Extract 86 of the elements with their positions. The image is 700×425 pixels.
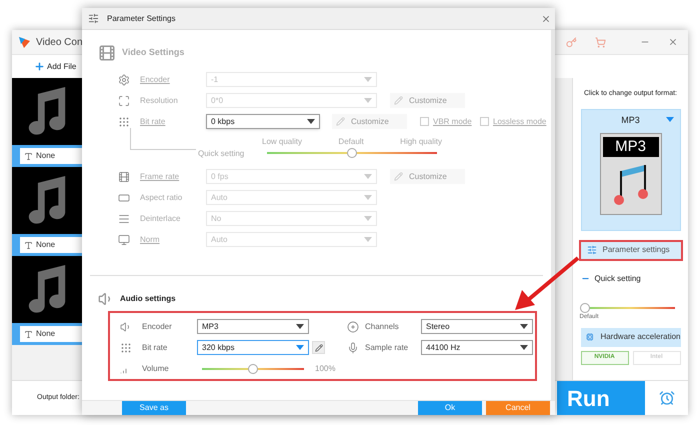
close-icon[interactable] — [541, 14, 551, 24]
setting-label: Volume — [142, 362, 170, 374]
monitor-icon — [118, 234, 130, 246]
microphone-icon — [347, 342, 359, 354]
plus-icon — [34, 61, 45, 72]
hardware-acceleration-toggle[interactable]: Hardware acceleration — [580, 328, 680, 346]
text-icon — [24, 330, 33, 338]
dropdown-caret-icon — [364, 98, 372, 103]
setting-label: Resolution — [140, 94, 179, 106]
text-icon — [24, 152, 33, 160]
run-button[interactable]: Run — [557, 381, 645, 415]
cancel-button[interactable]: Cancel — [486, 401, 550, 415]
alarm-clock-icon[interactable] — [658, 390, 674, 406]
film-icon — [118, 170, 130, 182]
resize-frame-icon — [118, 94, 130, 106]
select-field[interactable]: 44100 Hz — [421, 340, 533, 355]
select-field[interactable]: 0 kbps — [206, 114, 320, 129]
file-thumbnail[interactable] — [12, 256, 82, 323]
lines-icon — [118, 212, 130, 224]
file-thumbnail[interactable] — [12, 78, 82, 145]
dropdown-caret-icon — [296, 345, 304, 350]
dropdown-caret-icon — [520, 324, 528, 329]
sliders-icon — [88, 13, 99, 24]
quick-setting-label: Quick setting — [594, 272, 641, 284]
text-icon — [24, 240, 33, 250]
dropdown-caret-icon — [364, 237, 372, 242]
dialog-title: Parameter Settings — [107, 12, 176, 24]
setting-label: Sample rate — [365, 342, 410, 354]
select-field[interactable]: Stereo — [421, 319, 533, 334]
dropdown-caret-icon — [364, 216, 372, 221]
setting-label[interactable]: Bit rate — [140, 116, 206, 128]
save-as-button[interactable]: Save as — [122, 401, 186, 415]
setting-label: Channels — [365, 320, 400, 332]
chip-icon — [586, 332, 594, 342]
subtitle-select[interactable]: None — [20, 148, 82, 164]
close-icon[interactable] — [668, 37, 678, 47]
checkbox-label[interactable]: VBR mode — [433, 116, 472, 128]
quality-mark-label: High quality — [400, 136, 442, 148]
quality-mark-label: Low quality — [262, 136, 302, 148]
setting-label: Encoder — [142, 320, 173, 332]
checkbox[interactable] — [480, 117, 489, 126]
edit-button[interactable] — [312, 341, 325, 354]
dropdown-caret-icon — [364, 174, 372, 179]
format-file-icon: MP3 — [600, 133, 662, 215]
select-field[interactable]: 320 kbps — [197, 340, 309, 355]
dropdown-caret-icon — [364, 77, 372, 82]
file-thumbnail[interactable] — [12, 167, 82, 234]
setting-label: Bit rate — [142, 342, 168, 354]
dropdown-caret-icon — [364, 195, 372, 200]
format-card[interactable]: MP3 MP3 — [580, 108, 680, 230]
dots-icon — [118, 116, 130, 128]
dots-icon — [120, 342, 132, 354]
subtitle-select[interactable]: None — [20, 237, 82, 253]
pencil-icon — [394, 172, 403, 181]
checkbox[interactable] — [420, 117, 429, 126]
pointer-arrow — [515, 256, 580, 310]
pencil-icon — [394, 96, 403, 105]
key-icon[interactable] — [566, 36, 577, 48]
dropdown-caret-icon — [666, 116, 674, 122]
window-title: Video Con — [36, 36, 83, 50]
dropdown-caret-icon — [296, 324, 304, 329]
section-title: Video Settings — [122, 46, 184, 60]
tree-connector — [130, 128, 196, 150]
ok-button[interactable]: Ok — [418, 401, 482, 415]
quick-setting-label: Quick setting — [198, 148, 246, 160]
subtitle-select[interactable]: None — [20, 326, 82, 342]
gear-icon — [118, 74, 130, 86]
setting-label: Aspect ratio — [140, 192, 184, 204]
pencil-icon — [314, 344, 322, 352]
customize-button[interactable]: Customize — [332, 114, 407, 129]
setting-label: Deinterlace — [140, 212, 182, 224]
pencil-icon — [336, 117, 345, 126]
app-logo-icon — [18, 35, 32, 49]
dropdown-caret-icon — [520, 345, 528, 350]
volume-reading: 100% — [315, 362, 336, 374]
section-title: Audio settings — [120, 293, 176, 305]
sliders-icon — [586, 245, 596, 255]
checkbox-label[interactable]: Lossless mode — [493, 116, 546, 128]
select-field[interactable]: MP3 — [197, 319, 309, 334]
quality-mark-label: Default — [338, 136, 364, 148]
aspect-icon — [118, 192, 130, 204]
speaker-icon — [120, 320, 132, 332]
cart-icon[interactable] — [595, 36, 606, 48]
dropdown-caret-icon — [307, 119, 315, 124]
add-file-button[interactable]: Add File — [34, 60, 76, 72]
parameter-settings-button[interactable]: Parameter settings — [578, 240, 682, 260]
